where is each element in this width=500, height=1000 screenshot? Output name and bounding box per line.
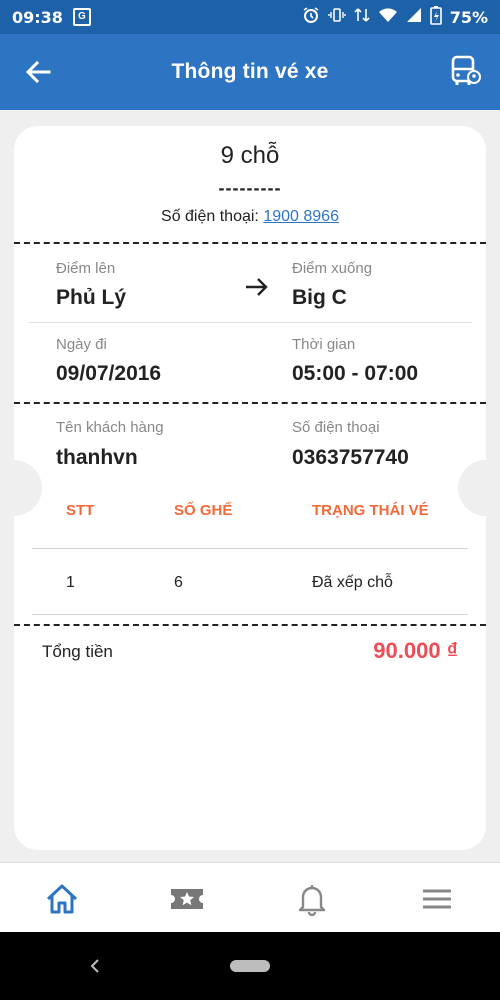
divider [32, 548, 468, 549]
table-cell-seat: 6 [174, 574, 183, 591]
battery-icon [429, 5, 442, 29]
dashed-divider [14, 242, 486, 244]
date-label: Ngày đi [56, 336, 107, 353]
back-button[interactable] [22, 56, 54, 88]
arrow-left-icon [25, 60, 51, 84]
bus-location-icon [451, 55, 481, 85]
dropoff-label: Điểm xuống [292, 260, 373, 277]
ticket-notch [0, 460, 42, 516]
menu-icon [423, 889, 451, 909]
total-value: 90.000 ₫ [373, 638, 458, 663]
alarm-icon [302, 6, 320, 28]
nav-menu[interactable] [419, 881, 455, 917]
ticket-star-icon [171, 889, 203, 909]
column-header-stt: STT [66, 502, 95, 519]
table-cell-status: Đã xếp chỗ [312, 574, 393, 591]
arrow-right-icon [246, 278, 268, 296]
column-header-status: TRẠNG THÁI VÉ [312, 502, 429, 519]
wifi-icon [378, 6, 398, 28]
google-translate-icon: G [72, 8, 91, 26]
dashed-divider [14, 624, 486, 626]
ticket-notch [458, 460, 500, 516]
nav-notifications[interactable] [294, 881, 330, 917]
system-home-pill[interactable] [230, 960, 270, 972]
nav-tickets[interactable] [169, 881, 205, 917]
hotline-link[interactable]: 1900 8966 [263, 208, 339, 225]
app-bar: Thông tin vé xe [0, 34, 500, 110]
bus-tracking-button[interactable] [448, 54, 482, 88]
status-icons: 75% [302, 5, 488, 29]
divider [32, 614, 468, 615]
page-title: Thông tin vé xe [171, 60, 329, 83]
hotline-label: Số điện thoại: [161, 208, 259, 225]
customer-name-label: Tên khách hàng [56, 419, 164, 436]
system-back-icon[interactable] [88, 958, 102, 974]
pickup-value: Phủ Lý [56, 286, 127, 309]
column-header-seat: SỐ GHẾ [174, 502, 233, 519]
home-icon [46, 884, 78, 914]
pickup-label: Điểm lên [56, 260, 116, 277]
ticket-card: 9 chỗ --------- Số điện thoại: 1900 8966… [0, 126, 500, 850]
vehicle-plate: --------- [218, 178, 282, 198]
dropoff-value: Big C [292, 286, 347, 309]
signal-icon [406, 6, 422, 28]
status-time: 09:38 [12, 7, 63, 27]
vibrate-icon [328, 6, 346, 28]
date-value: 09/07/2016 [56, 362, 162, 385]
cellular-data-icon [354, 6, 370, 28]
bottom-nav [0, 862, 500, 932]
battery-percent: 75% [449, 7, 488, 27]
dashed-divider [14, 402, 486, 404]
time-label: Thời gian [292, 336, 356, 353]
status-bar: 09:38 G 75% [0, 0, 500, 34]
hotline-row: Số điện thoại: 1900 8966 [14, 208, 486, 226]
table-cell-stt: 1 [66, 574, 75, 591]
vehicle-type: 9 chỗ [220, 142, 280, 169]
divider [28, 322, 472, 323]
total-label: Tổng tiền [42, 642, 113, 661]
time-value: 05:00 - 07:00 [292, 362, 419, 385]
customer-phone-value: 0363757740 [292, 446, 409, 469]
nav-home[interactable] [44, 881, 80, 917]
bell-icon [298, 885, 326, 917]
system-navigation-bar [0, 932, 500, 1000]
customer-name-value: thanhvn [56, 446, 138, 469]
customer-phone-label: Số điện thoại [292, 419, 380, 436]
